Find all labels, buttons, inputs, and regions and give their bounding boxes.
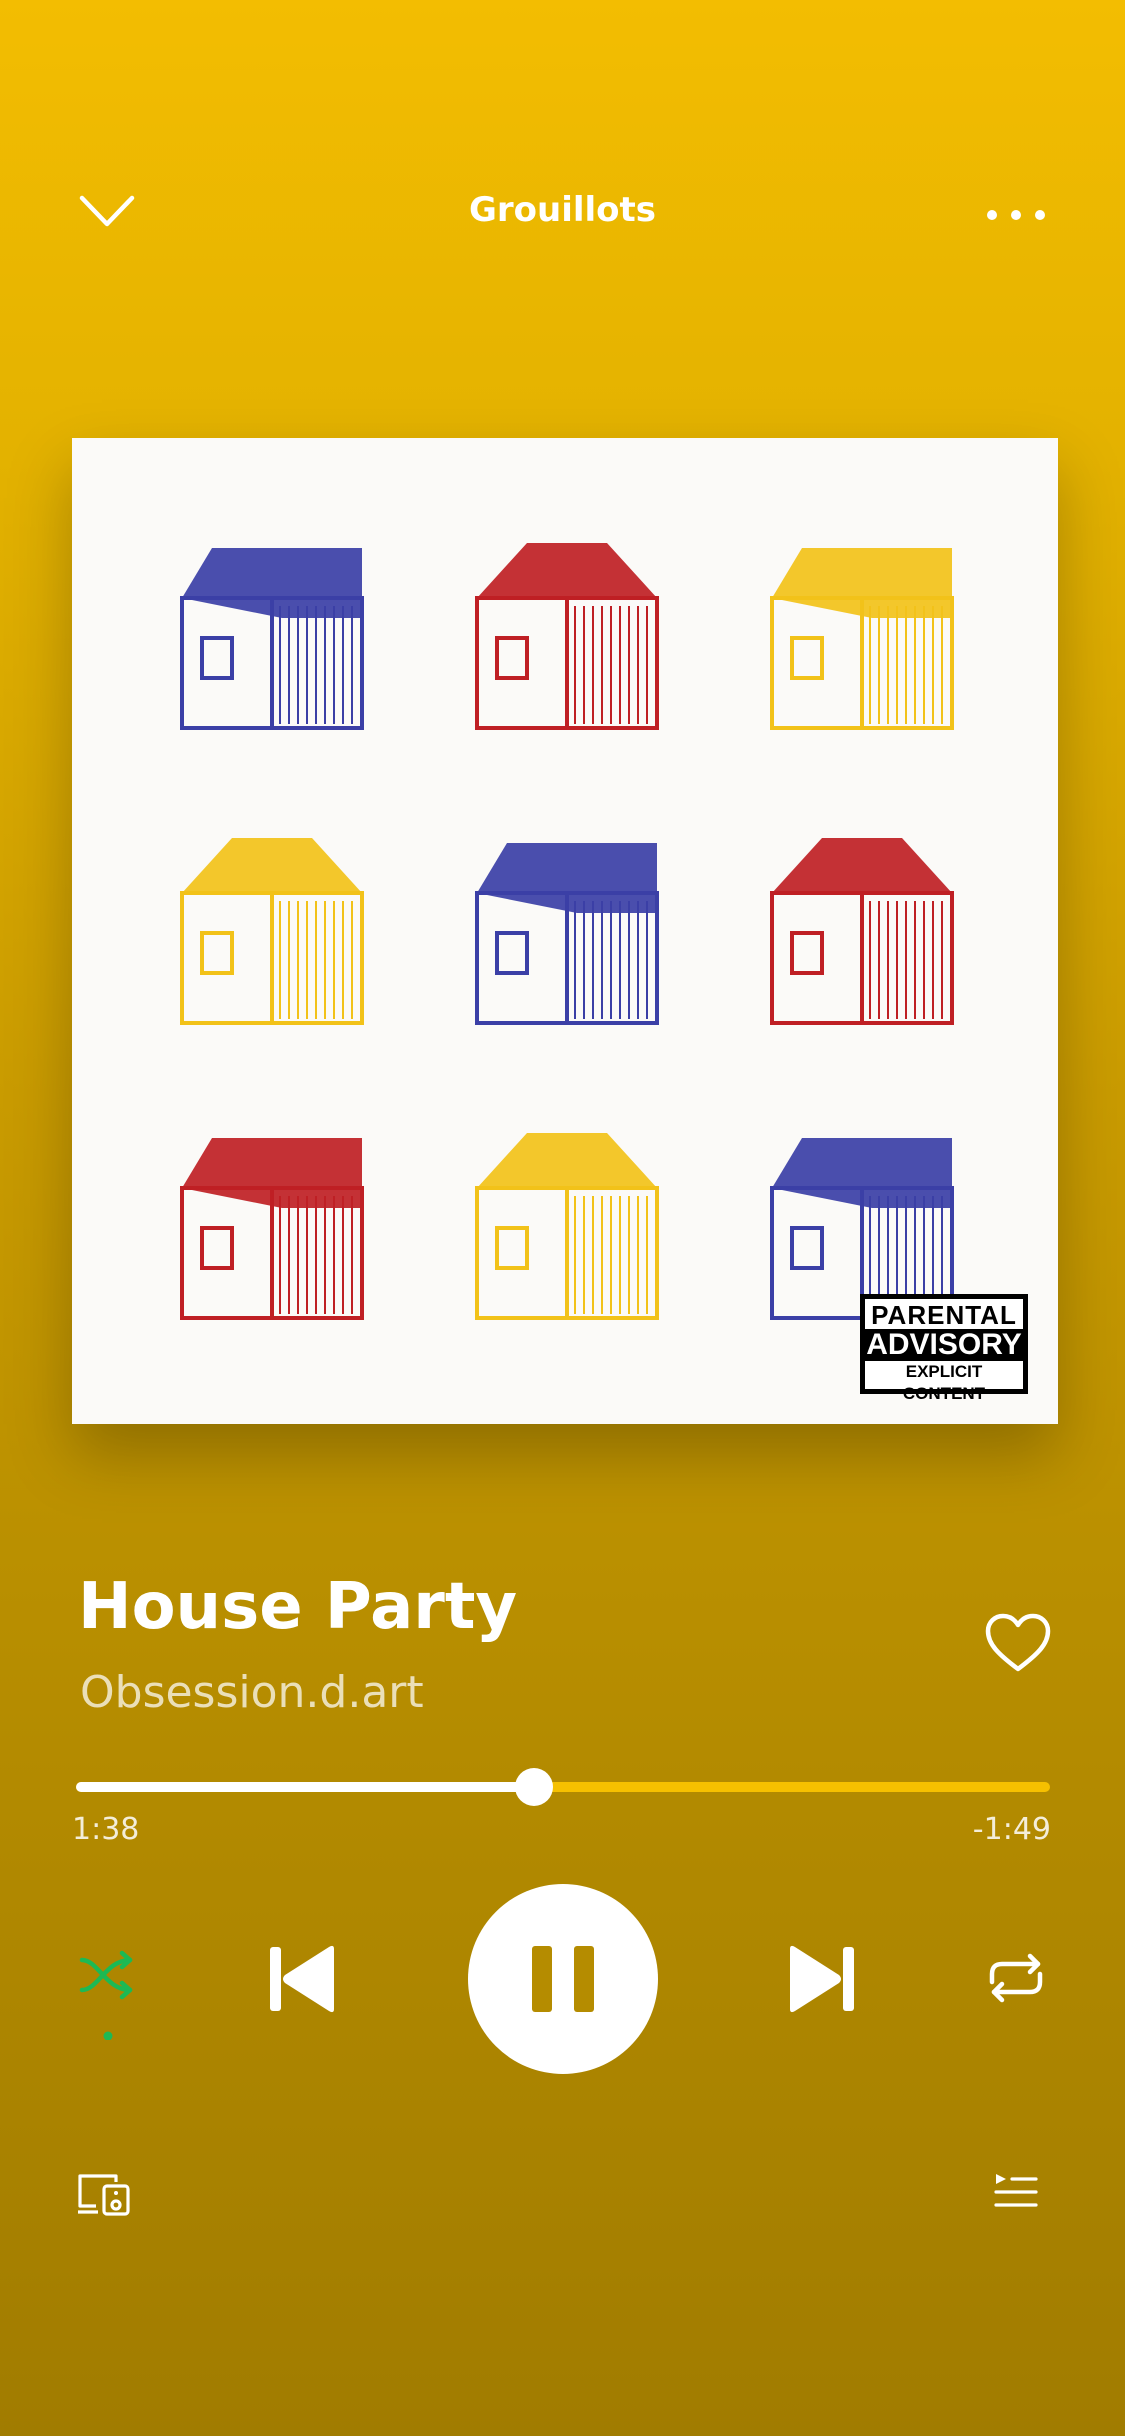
house-illustration <box>457 823 677 1043</box>
skip-previous-icon <box>270 1945 334 2013</box>
next-button[interactable] <box>786 1944 856 2014</box>
remaining-time: -1:49 <box>972 1812 1051 1847</box>
album-artwork: PARENTAL ADVISORY EXPLICIT CONTENT <box>72 438 1058 1424</box>
shuffle-button[interactable] <box>78 1950 138 2040</box>
playlist-title: Grouillots <box>468 190 657 230</box>
like-button[interactable] <box>984 1612 1052 1674</box>
more-dots-icon <box>987 210 1045 220</box>
shuffle-icon <box>79 1950 133 2040</box>
play-pause-button[interactable] <box>468 1884 658 2074</box>
progress-bar[interactable] <box>76 1768 1050 1806</box>
house-illustration <box>752 528 972 748</box>
house-illustration <box>162 528 382 748</box>
elapsed-time: 1:38 <box>72 1812 140 1847</box>
house-illustration <box>457 528 677 748</box>
house-illustration <box>457 1118 677 1338</box>
queue-icon <box>994 2174 1038 2207</box>
pause-icon <box>532 1946 594 2012</box>
house-illustration <box>752 823 972 1043</box>
more-options-button[interactable] <box>986 202 1046 228</box>
skip-next-icon <box>790 1945 854 2013</box>
track-title[interactable]: House Party <box>78 1570 517 1644</box>
repeat-button[interactable] <box>984 1950 1048 2006</box>
advisory-line-1: PARENTAL <box>871 1300 1017 1330</box>
previous-button[interactable] <box>268 1944 338 2014</box>
house-illustration <box>162 1118 382 1338</box>
heart-outline-icon <box>985 1613 1051 1672</box>
progress-handle[interactable] <box>514 1768 553 1806</box>
progress-fill <box>76 1782 534 1792</box>
connect-devices-button[interactable] <box>76 2172 132 2218</box>
artist-name[interactable]: Obsession.d.art <box>80 1667 424 1718</box>
house-illustration <box>162 823 382 1043</box>
devices-icon <box>78 2174 130 2216</box>
shuffle-active-dot <box>103 2031 113 2040</box>
advisory-line-3: EXPLICIT CONTENT <box>902 1362 986 1403</box>
parental-advisory-badge: PARENTAL ADVISORY EXPLICIT CONTENT <box>860 1294 1028 1403</box>
queue-button[interactable] <box>994 2172 1038 2214</box>
advisory-line-2: ADVISORY <box>865 1328 1023 1361</box>
repeat-icon <box>989 1953 1043 2003</box>
